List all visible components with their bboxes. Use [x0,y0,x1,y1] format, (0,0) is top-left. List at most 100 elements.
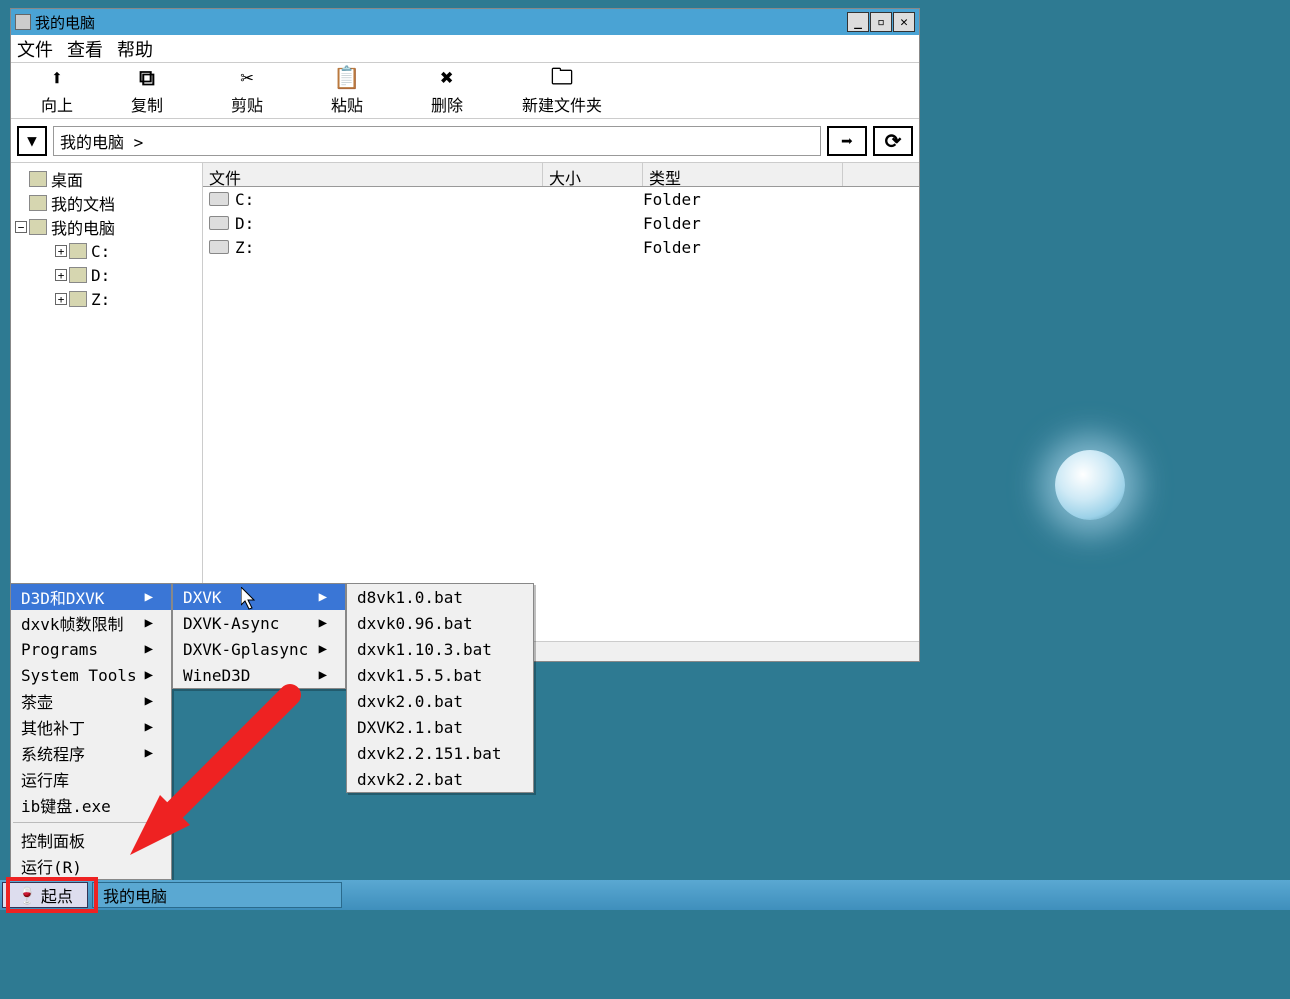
menu-item-teapot[interactable]: 茶壶▶ [11,688,171,714]
menu-file[interactable]: 文件 [17,36,53,62]
address-dropdown[interactable]: ▼ [17,126,47,156]
clipboard-icon: 📋 [333,66,360,92]
start-menu-level3: d8vk1.0.bat dxvk0.96.bat dxvk1.10.3.bat … [346,583,534,793]
menu-item-control-panel[interactable]: 控制面板 [11,827,171,853]
col-size[interactable]: 大小 [543,163,643,186]
file-manager-window: 我的电脑 _ ▫ ✕ 文件 查看 帮助 ⬆向上 ⧉复制 ✂剪贴 📋粘贴 ✖删除 … [10,8,920,662]
menu-item-bat[interactable]: dxvk1.10.3.bat [347,636,533,662]
tree-my-computer[interactable]: −我的电脑 [15,215,198,239]
taskbar: 🍷 起点 我的电脑 [0,880,1290,910]
app-icon [15,14,31,30]
chevron-right-icon: ▶ [319,615,327,631]
start-menu-level2: DXVK▶ DXVK-Async▶ DXVK-Gplasync▶ WineD3D… [172,583,346,689]
desktop-icon [29,171,47,187]
menu-item-dxvk[interactable]: DXVK▶ [173,584,345,610]
drive-icon [209,216,229,230]
address-bar: ▼ ➡ ⟳ [11,119,919,163]
tree-desktop[interactable]: 桌面 [15,167,198,191]
chevron-right-icon: ▶ [145,615,153,631]
new-folder-icon: 🗀 [551,66,573,92]
list-item[interactable]: Z:Folder [203,235,919,259]
menu-item-bat[interactable]: dxvk2.0.bat [347,688,533,714]
expand-icon[interactable]: + [55,269,67,281]
file-list: 文件 大小 类型 C:Folder D:Folder Z:Folder [203,163,919,641]
menu-item-system-tools[interactable]: System Tools▶ [11,662,171,688]
refresh-button[interactable]: ⟳ [873,126,913,156]
menu-item-run[interactable]: 运行(R) [11,853,171,879]
column-headers: 文件 大小 类型 [203,163,919,187]
menu-item-bat[interactable]: dxvk0.96.bat [347,610,533,636]
list-item[interactable]: D:Folder [203,211,919,235]
menu-item-programs[interactable]: Programs▶ [11,636,171,662]
chevron-right-icon: ▶ [319,589,327,605]
drive-icon [69,267,87,283]
menu-item-bat[interactable]: dxvk1.5.5.bat [347,662,533,688]
menu-item-ib-keyboard[interactable]: ib键盘.exe [11,792,171,818]
col-file[interactable]: 文件 [203,163,543,186]
minimize-button[interactable]: _ [847,12,869,32]
menubar: 文件 查看 帮助 [11,35,919,63]
tree-drive-c[interactable]: +C: [15,239,198,263]
menu-separator [13,822,169,823]
up-button[interactable]: ⬆向上 [17,66,97,116]
chevron-right-icon: ▶ [319,667,327,683]
close-button[interactable]: ✕ [893,12,915,32]
up-arrow-icon: ⬆ [50,66,63,92]
drive-icon [69,243,87,259]
chevron-right-icon: ▶ [145,667,153,683]
start-button[interactable]: 🍷 起点 [2,882,88,908]
toolbar: ⬆向上 ⧉复制 ✂剪贴 📋粘贴 ✖删除 🗀新建文件夹 [11,63,919,119]
arrow-right-icon: ➡ [841,129,853,153]
expand-icon[interactable]: + [55,293,67,305]
chevron-down-icon: ▼ [27,131,37,150]
menu-item-runtimes[interactable]: 运行库 [11,766,171,792]
tree-drive-d[interactable]: +D: [15,263,198,287]
menu-item-dxvk-async[interactable]: DXVK-Async▶ [173,610,345,636]
menu-item-d3d-dxvk[interactable]: D3D和DXVK▶ [11,584,171,610]
menu-item-dxvk-gplasync[interactable]: DXVK-Gplasync▶ [173,636,345,662]
chevron-right-icon: ▶ [145,719,153,735]
maximize-button[interactable]: ▫ [870,12,892,32]
delete-icon: ✖ [440,66,453,92]
menu-item-bat[interactable]: d8vk1.0.bat [347,584,533,610]
copy-button[interactable]: ⧉复制 [97,66,197,116]
expand-icon[interactable]: + [55,245,67,257]
tree-drive-z[interactable]: +Z: [15,287,198,311]
desktop-orb-decor [1055,450,1125,520]
drive-icon [69,291,87,307]
scissors-icon: ✂ [240,66,253,92]
start-menu-level1: D3D和DXVK▶ dxvk帧数限制▶ Programs▶ System Too… [10,583,172,880]
taskbar-item[interactable]: 我的电脑 [92,882,342,908]
new-folder-button[interactable]: 🗀新建文件夹 [497,66,627,116]
delete-button[interactable]: ✖删除 [397,66,497,116]
chevron-right-icon: ▶ [145,745,153,761]
paste-button[interactable]: 📋粘贴 [297,66,397,116]
menu-help[interactable]: 帮助 [117,36,153,62]
folder-icon [29,195,47,211]
cut-button[interactable]: ✂剪贴 [197,66,297,116]
drive-icon [209,240,229,254]
drive-icon [209,192,229,206]
menu-view[interactable]: 查看 [67,36,103,62]
menu-item-bat[interactable]: DXVK2.1.bat [347,714,533,740]
titlebar[interactable]: 我的电脑 _ ▫ ✕ [11,9,919,35]
address-input[interactable] [53,126,821,156]
list-item[interactable]: C:Folder [203,187,919,211]
chevron-right-icon: ▶ [145,589,153,605]
collapse-icon[interactable]: − [15,221,27,233]
wine-glass-icon: 🍷 [17,886,37,905]
tree-my-documents[interactable]: 我的文档 [15,191,198,215]
folder-tree: 桌面 我的文档 −我的电脑 +C: +D: +Z: [11,163,203,641]
chevron-right-icon: ▶ [319,641,327,657]
menu-item-dxvk-fps-limit[interactable]: dxvk帧数限制▶ [11,610,171,636]
menu-item-bat[interactable]: dxvk2.2.bat [347,766,533,792]
go-button[interactable]: ➡ [827,126,867,156]
menu-item-wined3d[interactable]: WineD3D▶ [173,662,345,688]
menu-item-bat[interactable]: dxvk2.2.151.bat [347,740,533,766]
menu-item-system-programs[interactable]: 系统程序▶ [11,740,171,766]
chevron-right-icon: ▶ [145,641,153,657]
menu-item-other-patches[interactable]: 其他补丁▶ [11,714,171,740]
chevron-right-icon: ▶ [145,693,153,709]
refresh-icon: ⟳ [885,129,902,153]
col-type[interactable]: 类型 [643,163,843,186]
